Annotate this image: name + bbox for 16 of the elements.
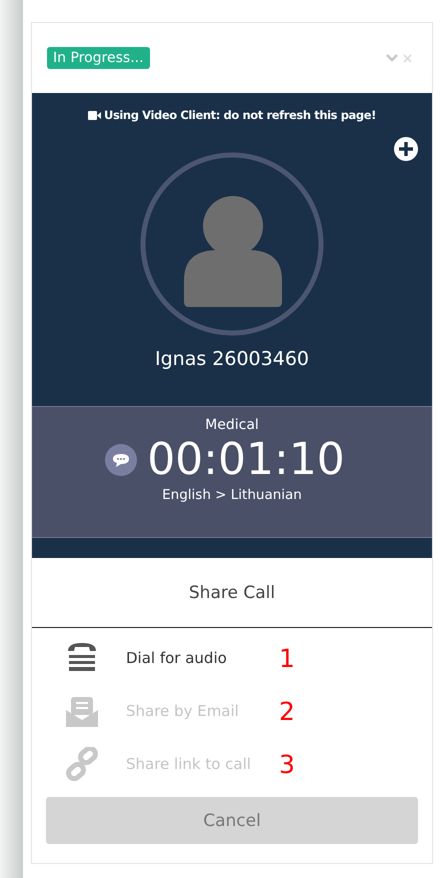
language-pair: English > Lithuanian	[162, 487, 302, 503]
chat-icon[interactable]	[105, 444, 138, 476]
share-option-link[interactable]: Dial for audio	[126, 649, 276, 667]
sheet-title: Share Call	[32, 558, 432, 628]
cancel-button[interactable]: Cancel	[46, 797, 418, 844]
caller-name: Ignas 26003460	[155, 348, 309, 370]
avatar-icon	[140, 152, 324, 336]
call-timer: 00:01:10	[147, 433, 345, 487]
annotation-number: 3	[279, 750, 295, 778]
annotation-number: 1	[279, 644, 295, 672]
status-badge: In Progress...	[47, 47, 150, 69]
notice-text: Using Video Client: do not refresh this page!	[104, 108, 376, 122]
annotation-number: 2	[279, 696, 295, 726]
video-camera-icon	[88, 110, 101, 120]
add-icon[interactable]	[394, 137, 418, 161]
call-category: Medical	[205, 417, 259, 433]
